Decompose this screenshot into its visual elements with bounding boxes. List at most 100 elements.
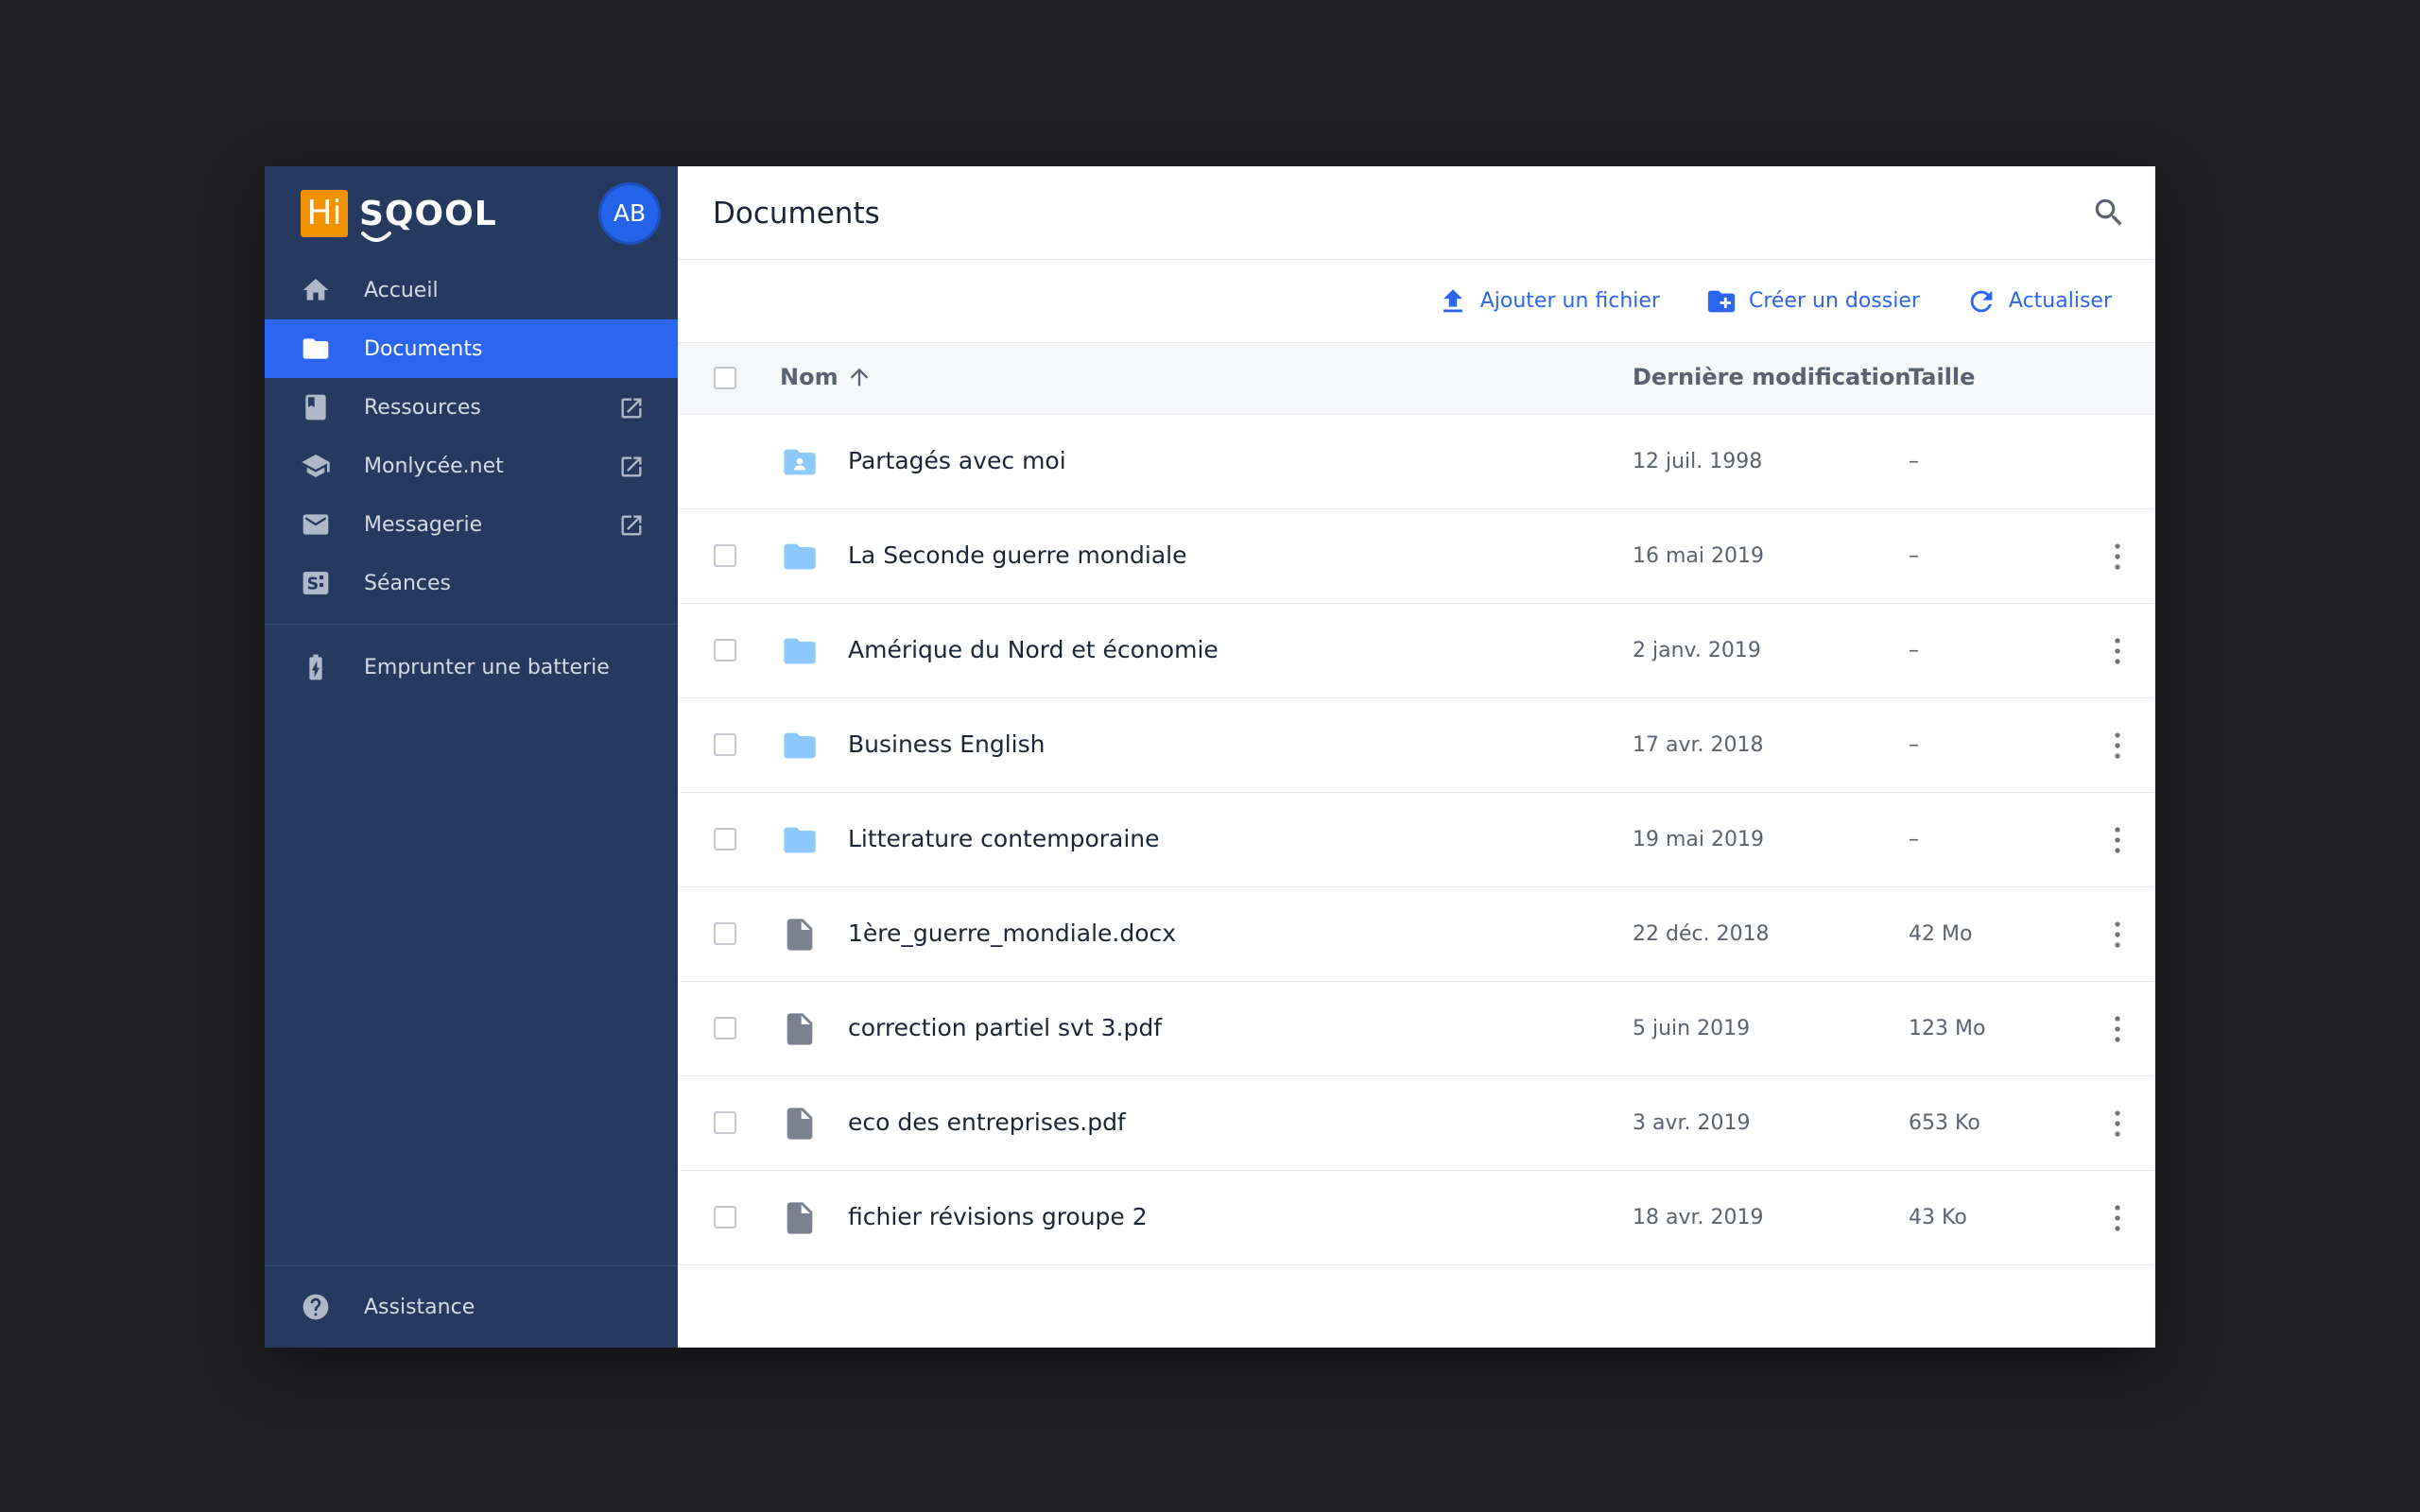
create-folder-icon (1707, 290, 1736, 312)
table-row[interactable]: Partagés avec moi 12 juil. 1998 – (678, 415, 2155, 509)
row-size: – (1909, 733, 1919, 757)
shared-folder-icon (784, 449, 816, 475)
file-list: Partagés avec moi 12 juil. 1998– La Second… (678, 415, 2155, 1265)
row-name[interactable]: 1ère_guerre_mondiale.docx (848, 919, 1176, 947)
more-vert-icon[interactable] (2112, 1014, 2123, 1044)
hisqool-logo[interactable]: Hi SQOOL (301, 190, 497, 242)
column-header-modified[interactable]: Dernière modification (1633, 364, 1910, 390)
sidebar-item-emprunter-batterie[interactable]: Emprunter une batterie (265, 638, 678, 696)
row-modified: 18 avr. 2019 (1633, 1206, 1764, 1229)
add-file-button[interactable]: Ajouter un fichier (1437, 285, 1660, 318)
row-modified: 17 avr. 2018 (1633, 733, 1764, 757)
row-checkbox[interactable] (714, 544, 736, 567)
row-name[interactable]: Business English (848, 730, 1045, 758)
external-link-icon (621, 398, 642, 419)
row-size: – (1909, 828, 1919, 851)
folder-icon (784, 732, 816, 759)
user-avatar[interactable]: AB (601, 185, 658, 242)
column-header-size[interactable]: Taille (1909, 364, 1975, 390)
more-vert-icon[interactable] (2112, 919, 2123, 950)
table-row[interactable]: correction partiel svt 3.pdf 5 juin 2019 1… (678, 982, 2155, 1076)
file-icon (786, 1108, 813, 1140)
column-header-name[interactable]: Nom (780, 364, 873, 390)
row-modified: 5 juin 2019 (1633, 1017, 1751, 1040)
sidebar-item-documents[interactable]: Documents (265, 319, 678, 378)
row-modified: 16 mai 2019 (1633, 544, 1764, 568)
battery-icon (309, 654, 322, 680)
folder-icon (784, 638, 816, 664)
more-vert-icon[interactable] (2112, 730, 2123, 761)
sidebar-item-seances[interactable]: S Séances (265, 554, 678, 612)
row-size: – (1909, 450, 1919, 473)
row-modified: 3 avr. 2019 (1633, 1111, 1751, 1135)
row-size: 42 Mo (1909, 922, 1973, 946)
main-panel: Documents Ajouter un fichier Créer un do… (678, 166, 2155, 1348)
refresh-button[interactable]: Actualiser (1965, 285, 2112, 318)
sidebar-nav: Accueil Documents Ressources Monlycée.ne… (265, 261, 678, 612)
create-folder-button[interactable]: Créer un dossier (1705, 285, 1920, 318)
row-checkbox[interactable] (714, 828, 736, 850)
more-vert-icon[interactable] (2112, 636, 2123, 666)
sidebar-divider (265, 624, 678, 625)
app-window: Hi SQOOL AB Accueil Documents Ressources (265, 166, 2155, 1348)
table-row[interactable]: 1ère_guerre_mondiale.docx 22 déc. 2018 42 … (678, 887, 2155, 982)
sidebar-item-label: Documents (364, 336, 483, 361)
file-icon (786, 1202, 813, 1234)
table-row[interactable]: eco des entreprises.pdf 3 avr. 2019 653 Ko (678, 1076, 2155, 1171)
row-name[interactable]: Partagés avec moi (848, 447, 1066, 474)
row-checkbox[interactable] (714, 639, 736, 662)
refresh-label: Actualiser (2008, 289, 2112, 313)
table-header: Nom Dernière modification Taille (678, 343, 2155, 415)
more-vert-icon[interactable] (2112, 1203, 2123, 1233)
row-name[interactable]: correction partiel svt 3.pdf (848, 1014, 1162, 1041)
table-row[interactable]: Business English 17 avr. 2018 – (678, 698, 2155, 793)
sidebar-item-label: Assistance (364, 1295, 475, 1319)
row-name[interactable]: La Seconde guerre mondiale (848, 541, 1186, 569)
sessions-icon: S (302, 572, 329, 594)
sidebar-item-monlycee[interactable]: Monlycée.net (265, 437, 678, 495)
book-icon (305, 394, 326, 421)
row-size: – (1909, 639, 1919, 662)
row-size: 123 Mo (1909, 1017, 1986, 1040)
sidebar-item-accueil[interactable]: Accueil (265, 261, 678, 319)
row-name[interactable]: fichier révisions groupe 2 (848, 1203, 1148, 1230)
logo-hi-badge: Hi (301, 190, 348, 237)
table-row[interactable]: fichier révisions groupe 2 18 avr. 2019 43… (678, 1171, 2155, 1265)
sidebar-item-assistance[interactable]: Assistance (265, 1266, 678, 1348)
sidebar-header: Hi SQOOL AB (265, 166, 678, 261)
mail-icon (302, 514, 329, 535)
table-row[interactable]: Amérique du Nord et économie 2 janv. 2019… (678, 604, 2155, 698)
create-folder-label: Créer un dossier (1748, 289, 1920, 313)
sort-ascending-icon (850, 368, 868, 387)
select-all-checkbox[interactable] (714, 367, 736, 389)
external-link-icon (621, 515, 642, 536)
school-icon (302, 455, 330, 477)
row-checkbox[interactable] (714, 1111, 736, 1134)
row-name[interactable]: Litterature contemporaine (848, 825, 1160, 852)
folder-icon (784, 827, 816, 853)
sidebar-item-label: Accueil (364, 278, 439, 302)
folder-icon (302, 338, 329, 359)
more-vert-icon[interactable] (2112, 825, 2123, 855)
row-checkbox[interactable] (714, 1206, 736, 1228)
toolbar: Ajouter un fichier Créer un dossier Actu… (678, 260, 2155, 343)
sidebar-item-label: Monlycée.net (364, 454, 504, 478)
logo-smile-icon (361, 232, 391, 242)
row-name[interactable]: Amérique du Nord et économie (848, 636, 1219, 663)
search-icon[interactable] (2091, 195, 2127, 231)
row-checkbox[interactable] (714, 1017, 736, 1040)
sidebar-item-ressources[interactable]: Ressources (265, 378, 678, 437)
refresh-icon (1970, 290, 1993, 312)
column-name-label: Nom (780, 364, 838, 390)
table-row[interactable]: La Seconde guerre mondiale 16 mai 2019 – (678, 509, 2155, 604)
sidebar-item-label: Ressources (364, 395, 481, 420)
row-checkbox[interactable] (714, 922, 736, 945)
table-row[interactable]: Litterature contemporaine 19 mai 2019 – (678, 793, 2155, 887)
more-vert-icon[interactable] (2112, 1108, 2123, 1139)
more-vert-icon[interactable] (2112, 541, 2123, 572)
row-checkbox[interactable] (714, 733, 736, 756)
row-name[interactable]: eco des entreprises.pdf (848, 1108, 1126, 1136)
sidebar-item-messagerie[interactable]: Messagerie (265, 495, 678, 554)
row-size: – (1909, 544, 1919, 568)
file-icon (786, 1013, 813, 1045)
